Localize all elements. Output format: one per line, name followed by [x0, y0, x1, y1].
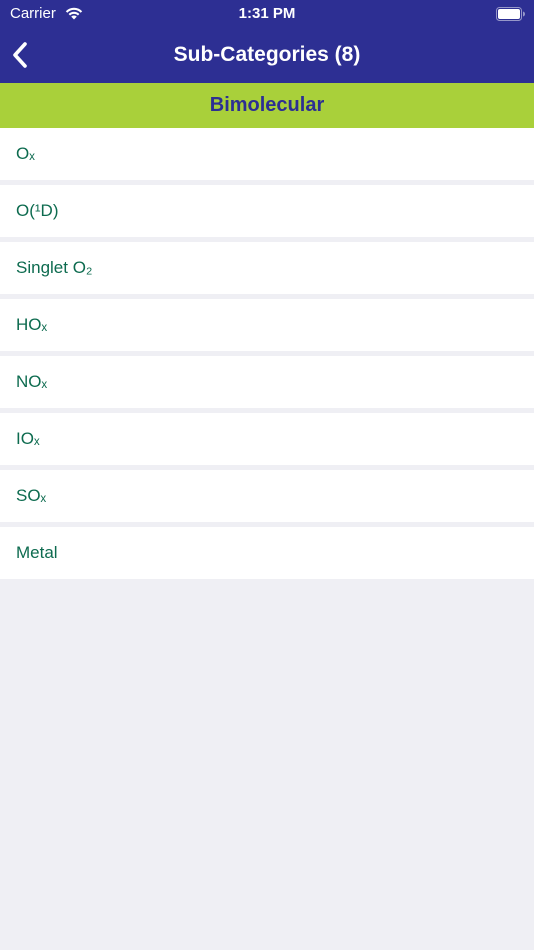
navigation-bar: Sub-Categories (8): [0, 28, 534, 83]
list-item-label: NOₓ: [16, 372, 48, 391]
section-header: Bimolecular: [0, 83, 534, 128]
status-time: 1:31 PM: [238, 5, 296, 22]
list-item-hox[interactable]: HOₓ: [0, 299, 534, 351]
top-bar: Carrier 1:31 PM Sub-Categories (8): [0, 0, 534, 83]
list-item-label: SOₓ: [16, 486, 47, 505]
list-item-label: IOₓ: [16, 429, 40, 448]
page-title: Sub-Categories (8): [173, 43, 361, 66]
list-item-label: Oₓ: [16, 144, 35, 163]
list-item-sox[interactable]: SOₓ: [0, 470, 534, 522]
list-item-nox[interactable]: NOₓ: [0, 356, 534, 408]
list-item-label: Singlet O₂: [16, 258, 93, 277]
list-item-iox[interactable]: IOₓ: [0, 413, 534, 465]
status-bar: Carrier 1:31 PM: [0, 0, 534, 28]
list-item-metal[interactable]: Metal: [0, 527, 534, 579]
subcategory-list: Oₓ O(¹D) Singlet O₂ HOₓ NOₓ IOₓ SOₓ Meta…: [0, 128, 534, 584]
battery-icon: [496, 7, 525, 21]
list-item-label: O(¹D): [16, 201, 59, 220]
list-item-singlet-o2[interactable]: Singlet O₂: [0, 242, 534, 294]
list-item-o1d[interactable]: O(¹D): [0, 185, 534, 237]
list-item-ox[interactable]: Oₓ: [0, 128, 534, 180]
list-item-label: Metal: [16, 543, 58, 562]
list-item-label: HOₓ: [16, 315, 48, 334]
